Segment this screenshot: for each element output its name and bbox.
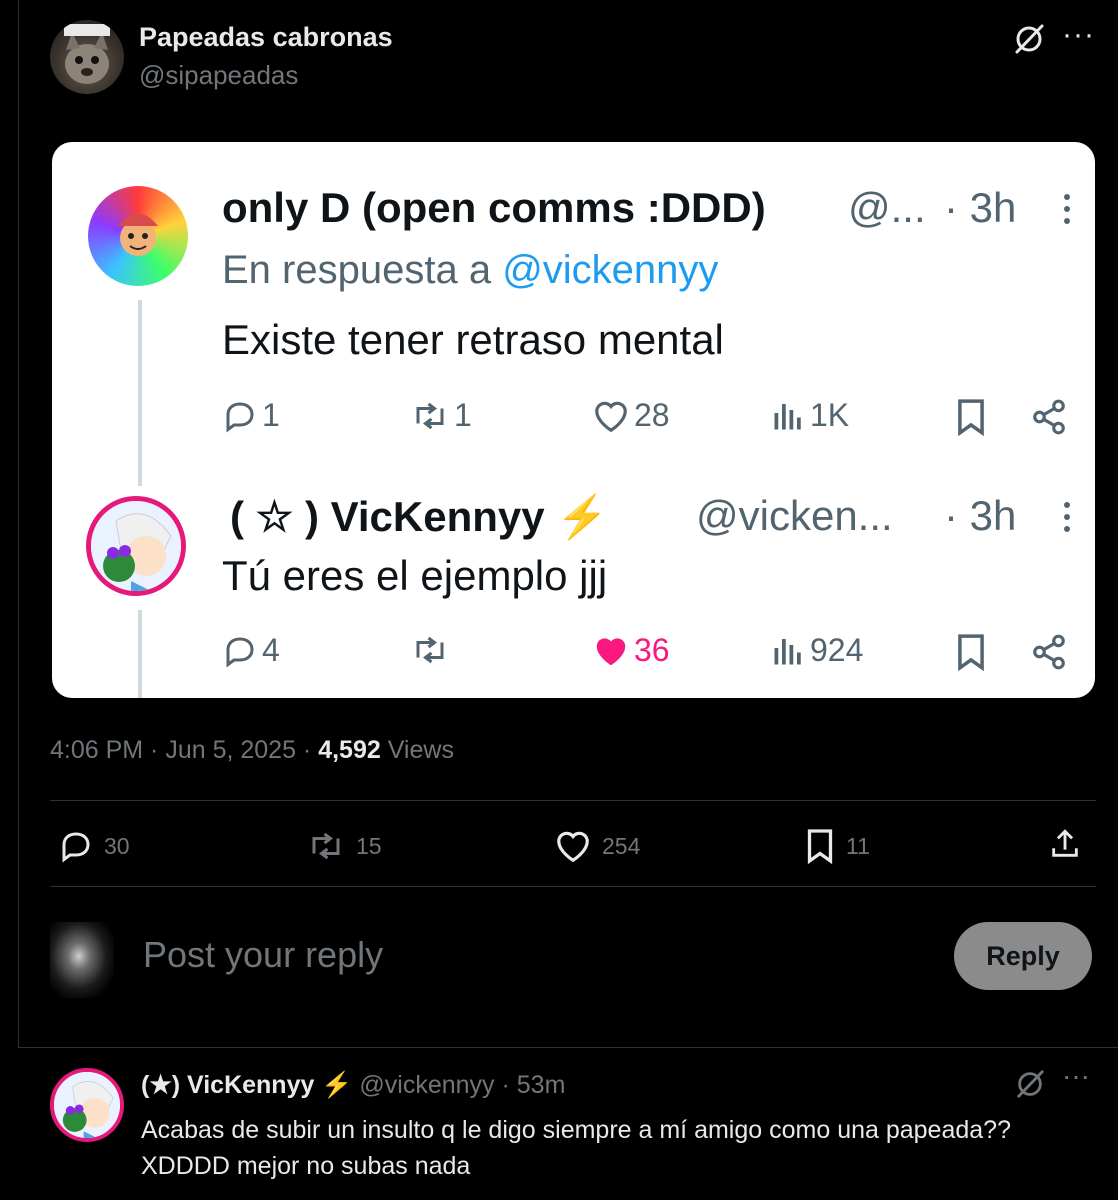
more-options-icon[interactable]: ···: [1062, 18, 1095, 52]
thread-line: [138, 300, 142, 486]
bookmark-icon: [958, 399, 984, 436]
tweet2-name: ( ☆ ) VicKennyy ⚡: [230, 493, 609, 540]
repost-icon: [416, 636, 444, 664]
heart-icon: [557, 831, 589, 863]
comment-avatar[interactable]: [50, 1068, 124, 1142]
mention-link: @vickennyy: [502, 248, 719, 292]
tweet1-like-action: 28: [592, 397, 670, 434]
share-icon: [1033, 634, 1065, 670]
tweet2-bookmark-action: [954, 633, 988, 671]
like-count: 36: [634, 632, 670, 668]
reply-icon: [226, 401, 254, 432]
like-count: 28: [634, 397, 670, 433]
like-button[interactable]: 254: [554, 828, 640, 864]
current-user-avatar[interactable]: [50, 922, 114, 998]
reply-button[interactable]: 30: [58, 828, 130, 864]
author-handle[interactable]: @sipapeadas: [139, 60, 298, 91]
tweet1-replying-to: En respuesta a @vickennyy: [222, 248, 718, 293]
tweet2-text: Tú eres el ejemplo jjj: [222, 552, 608, 599]
tweet2-reply-action: 4: [222, 632, 280, 669]
quoted-screenshot: only D (open comms :DDD) @... · 3h En re…: [52, 142, 1095, 698]
tweet2-share-action: [1030, 633, 1068, 671]
tweet1-time: · 3h: [944, 184, 1017, 231]
tweet2-more-icon: [1064, 502, 1072, 538]
tweet1-handle: @...: [848, 184, 926, 231]
repost-count: 15: [356, 832, 382, 859]
reply-icon: [226, 636, 254, 667]
views-count: 4,592: [318, 736, 381, 764]
views-icon: [774, 638, 801, 664]
reply-count: 30: [104, 832, 130, 859]
reply-icon: [62, 832, 90, 863]
bookmark-icon: [958, 634, 984, 671]
tweet1-repost-action: 1: [410, 397, 472, 434]
comment-more-icon[interactable]: ···: [1062, 1060, 1090, 1092]
tweet1-reply-action: 1: [222, 397, 280, 434]
comment-author-handle[interactable]: @vickennyy · 53m: [352, 1071, 565, 1099]
tweet2-time: · 3h: [944, 492, 1017, 539]
author-avatar[interactable]: [50, 20, 124, 94]
tweet2-like-action: 36: [592, 632, 670, 669]
bookmark-button[interactable]: 11: [804, 828, 870, 864]
views-icon: [774, 403, 801, 429]
author-name[interactable]: Papeadas cabronas: [139, 22, 393, 53]
thread-line: [138, 610, 142, 698]
share-button[interactable]: [1048, 826, 1082, 862]
grok-icon[interactable]: [1012, 22, 1046, 56]
tweet2-views-action: 924: [770, 632, 863, 669]
repost-button[interactable]: 15: [306, 828, 382, 864]
tweet1-views-action: 1K: [770, 397, 849, 434]
divider: [50, 800, 1096, 801]
tweet2-avatar: [86, 496, 186, 596]
reply-count: 1: [262, 397, 280, 433]
views-label: Views: [380, 736, 454, 764]
tweet1-bookmark-action: [954, 398, 988, 436]
like-count: 254: [602, 832, 641, 859]
post-header: Papeadas cabronas @sipapeadas ···: [50, 18, 1110, 98]
tweet1-avatar: [88, 186, 188, 286]
post-timestamp[interactable]: 4:06 PM · Jun 5, 2025 · 4,592 Views: [50, 736, 454, 765]
tweet2-repost-action: [410, 632, 454, 668]
divider: [50, 886, 1096, 887]
tweet2-handle: @vicken...: [696, 492, 893, 539]
share-upload-icon: [1052, 829, 1078, 857]
grok-icon[interactable]: [1014, 1068, 1046, 1100]
tweet1-share-action: [1030, 398, 1068, 436]
heart-filled-icon: [596, 637, 626, 665]
share-icon: [1033, 399, 1065, 435]
view-count: 924: [810, 632, 864, 668]
comment-author-name[interactable]: (★) VicKennyy ⚡: [141, 1071, 352, 1099]
tweet1-name: only D (open comms :DDD): [222, 184, 766, 231]
reply-count: 4: [262, 632, 280, 668]
replying-prefix: En respuesta a: [222, 248, 503, 292]
divider: [18, 1047, 1118, 1048]
view-count: 1K: [810, 397, 850, 433]
bookmark-count: 11: [846, 832, 870, 859]
bookmark-icon: [807, 829, 833, 864]
reply-submit-button[interactable]: Reply: [954, 922, 1092, 990]
tweet1-text: Existe tener retraso mental: [222, 316, 724, 363]
frame-border: [18, 0, 19, 1048]
timestamp-text[interactable]: 4:06 PM · Jun 5, 2025 ·: [50, 736, 318, 764]
reply-input[interactable]: Post your reply: [143, 934, 383, 976]
comment-header: (★) VicKennyy ⚡ @vickennyy · 53m: [141, 1070, 565, 1100]
repost-icon: [416, 402, 444, 429]
heart-icon: [595, 401, 627, 432]
repost-icon: [312, 832, 340, 860]
tweet1-more-icon: [1064, 194, 1072, 230]
repost-count: 1: [454, 397, 472, 433]
comment-text: Acabas de subir un insulto q le digo sie…: [141, 1116, 1011, 1180]
